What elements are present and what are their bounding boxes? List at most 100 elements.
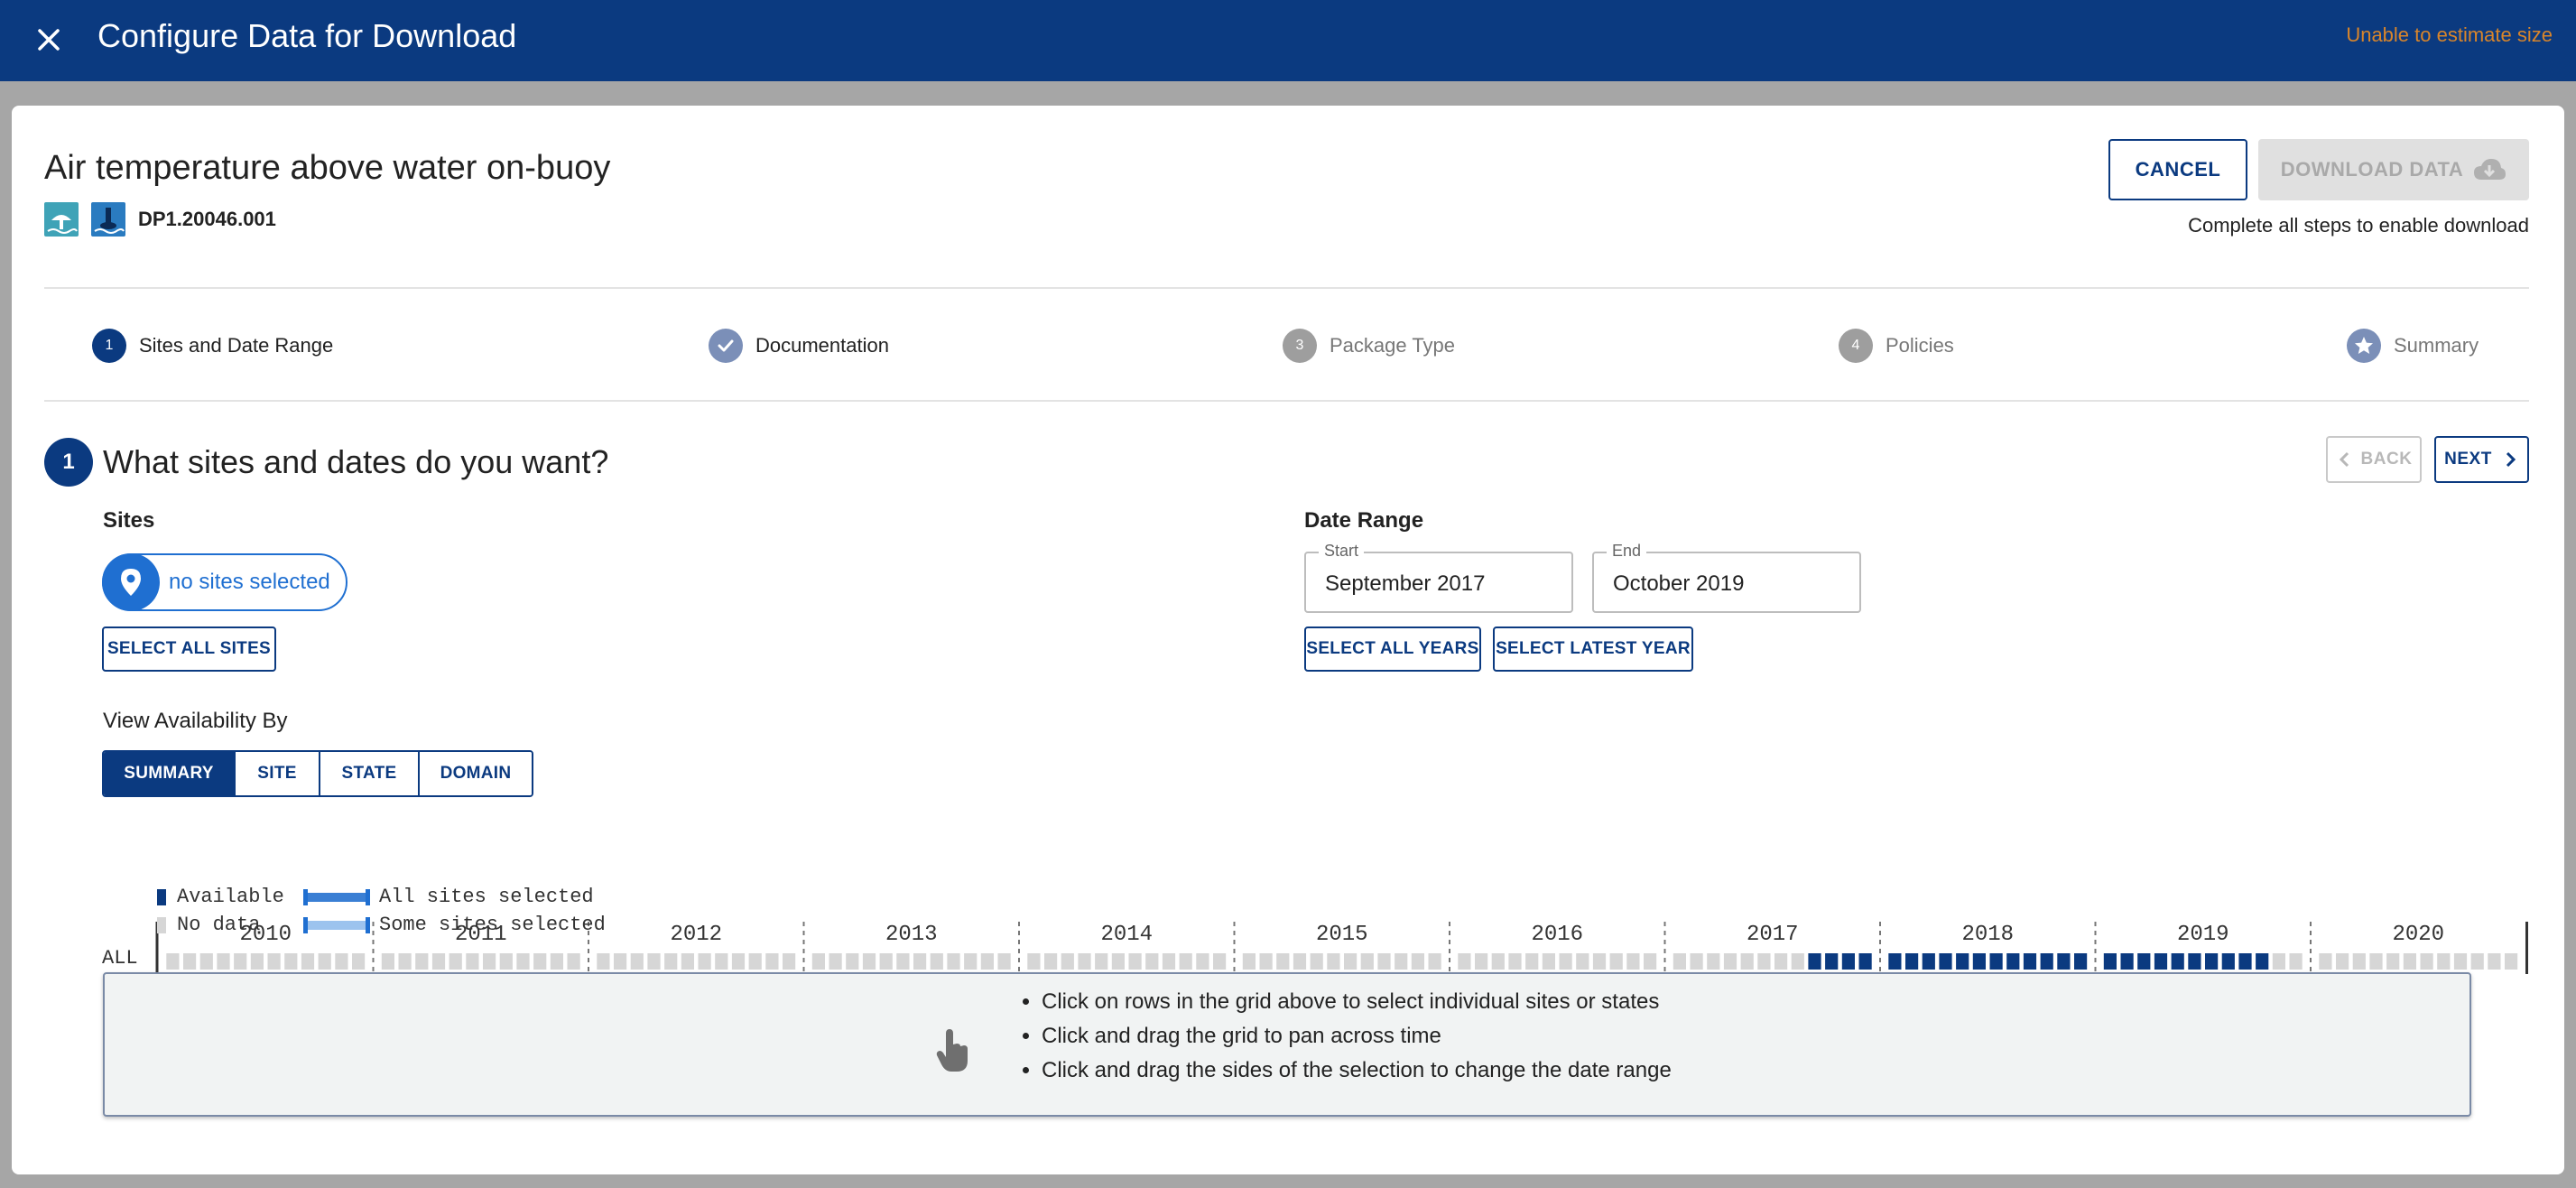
month-cell-no-data	[217, 953, 230, 970]
view-by-state[interactable]: STATE	[319, 752, 418, 795]
chevron-left-icon	[2339, 451, 2349, 468]
month-cell-no-data	[1276, 953, 1290, 970]
dialog-title: Configure Data for Download	[97, 17, 517, 54]
month-cell-no-data	[183, 953, 197, 970]
month-cell-no-data	[1259, 953, 1273, 970]
month-cell-no-data	[846, 953, 859, 970]
download-data-button[interactable]: DOWNLOAD DATA	[2258, 139, 2529, 200]
step-policies[interactable]: 4 Policies	[1839, 327, 1954, 365]
month-cell-available	[1858, 953, 1872, 970]
month-cell-no-data	[1576, 953, 1589, 970]
legend-some-selected-swatch	[303, 916, 370, 933]
step-documentation[interactable]: Documentation	[709, 327, 889, 365]
legend-no-data-label: No data	[177, 914, 261, 936]
instruction-item: Click on rows in the grid above to selec…	[1042, 985, 1672, 1019]
step-label: Package Type	[1330, 334, 1456, 357]
month-cell-no-data	[614, 953, 627, 970]
site-selection-pill[interactable]: no sites selected	[102, 553, 347, 611]
month-cell-no-data	[1327, 953, 1340, 970]
back-button[interactable]: BACK	[2326, 436, 2422, 483]
end-date-value: October 2019	[1613, 571, 1745, 596]
month-cell-available	[2120, 953, 2134, 970]
month-cell-available	[2205, 953, 2219, 970]
select-latest-year-button[interactable]: SELECT LATEST YEAR	[1493, 626, 1693, 672]
month-cell-no-data	[1592, 953, 1607, 970]
year-label: 2013	[885, 923, 938, 947]
month-cell-no-data	[381, 953, 394, 970]
month-cell-no-data	[1791, 953, 1804, 970]
month-cell-no-data	[1145, 953, 1159, 970]
month-cell-no-data	[630, 953, 644, 970]
month-cell-no-data	[1690, 953, 1703, 970]
step-label: Documentation	[755, 334, 889, 357]
sites-selected-text: no sites selected	[169, 570, 330, 594]
select-all-sites-button[interactable]: SELECT ALL SITES	[102, 626, 276, 672]
cancel-button[interactable]: CANCEL	[2108, 139, 2247, 200]
step-package-type[interactable]: 3 Package Type	[1283, 327, 1455, 365]
download-data-label: DOWNLOAD DATA	[2280, 158, 2464, 181]
month-cell-no-data	[567, 953, 580, 970]
month-cell-no-data	[1044, 953, 1058, 970]
month-cell-no-data	[1377, 953, 1391, 970]
month-cell-available	[1922, 953, 1935, 970]
close-icon[interactable]	[25, 16, 72, 63]
year-label: 2018	[1961, 923, 2014, 947]
chevron-right-icon	[2506, 451, 2516, 468]
month-cell-available	[2256, 953, 2269, 970]
start-date-field[interactable]: Start September 2017	[1304, 542, 1573, 613]
month-cell-no-data	[2505, 953, 2518, 970]
month-cell-no-data	[2488, 953, 2501, 970]
month-cell-no-data	[765, 953, 779, 970]
month-cell-available	[1972, 953, 1986, 970]
instruction-item: Click and drag the sides of the selectio…	[1042, 1053, 1672, 1088]
month-cell-no-data	[1395, 953, 1408, 970]
end-date-label: End	[1607, 542, 1647, 561]
month-cell-no-data	[829, 953, 842, 970]
step-sites-and-date-range[interactable]: 1 Sites and Date Range	[92, 327, 333, 365]
month-cell-no-data	[1179, 953, 1192, 970]
sites-label: Sites	[103, 508, 155, 533]
month-cell-no-data	[1344, 953, 1357, 970]
month-cell-no-data	[964, 953, 978, 970]
next-button[interactable]: NEXT	[2434, 436, 2529, 483]
month-cell-no-data	[1673, 953, 1686, 970]
month-cell-available	[2023, 953, 2037, 970]
month-cell-no-data	[1475, 953, 1488, 970]
month-cell-no-data	[1078, 953, 1091, 970]
month-cell-no-data	[980, 953, 994, 970]
step-number: 3	[1283, 329, 1317, 363]
month-cell-no-data	[879, 953, 893, 970]
month-cell-no-data	[2470, 953, 2484, 970]
select-all-years-button[interactable]: SELECT ALL YEARS	[1304, 626, 1481, 672]
year-label: 2020	[2392, 923, 2444, 947]
month-cell-no-data	[199, 953, 213, 970]
product-meta: DP1.20046.001	[44, 202, 276, 237]
view-by-domain[interactable]: DOMAIN	[418, 752, 532, 795]
month-cell-no-data	[1128, 953, 1142, 970]
step-number: 4	[1839, 329, 1873, 363]
legend-all-sites-selected: All sites selected	[303, 886, 594, 908]
month-cell-no-data	[1491, 953, 1505, 970]
month-cell-no-data	[415, 953, 429, 970]
month-cell-no-data	[166, 953, 180, 970]
view-by-site[interactable]: SITE	[234, 752, 319, 795]
month-cell-available	[2103, 953, 2117, 970]
end-date-field[interactable]: End October 2019	[1592, 542, 1861, 613]
step-summary[interactable]: Summary	[2347, 327, 2479, 365]
month-cell-available	[1841, 953, 1855, 970]
star-icon	[2347, 329, 2381, 363]
month-cell-no-data	[2369, 953, 2383, 970]
month-cell-available	[1825, 953, 1839, 970]
month-cell-no-data	[2453, 953, 2468, 970]
view-by-toggle: SUMMARY SITE STATE DOMAIN	[102, 750, 533, 797]
month-cell-no-data	[896, 953, 910, 970]
month-cell-no-data	[2437, 953, 2451, 970]
month-cell-available	[2040, 953, 2053, 970]
legend-no-data: No data	[157, 914, 260, 936]
month-cell-available	[1989, 953, 2003, 970]
month-cell-no-data	[913, 953, 927, 970]
view-by-summary[interactable]: SUMMARY	[104, 752, 234, 795]
section-title: What sites and dates do you want?	[103, 443, 609, 480]
month-cell-no-data	[811, 953, 825, 970]
month-cell-no-data	[930, 953, 943, 970]
